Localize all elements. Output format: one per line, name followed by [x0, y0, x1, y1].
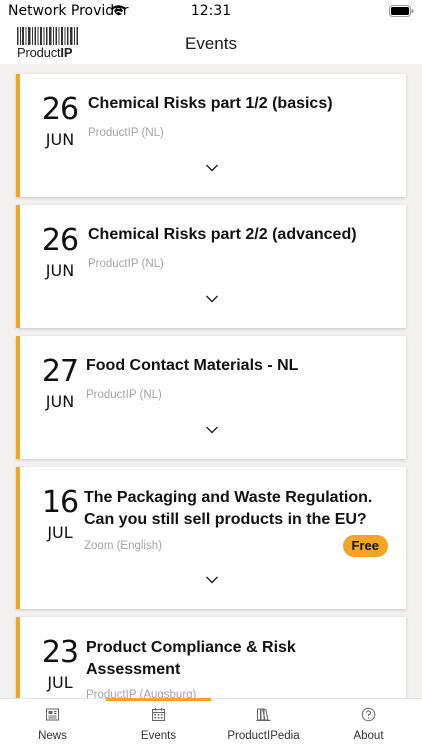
- event-title: The Packaging and Waste Regulation. Can …: [84, 489, 373, 528]
- chevron-down-icon[interactable]: [205, 425, 219, 435]
- clock-time: 12:31: [190, 3, 232, 19]
- event-location: ProductIP (NL): [86, 389, 162, 401]
- tab-label: News: [38, 730, 67, 742]
- event-card[interactable]: 16 JUL The Packaging and Waste Regulatio…: [16, 467, 406, 609]
- event-location: ProductIP (Augsburg): [86, 689, 197, 698]
- event-card[interactable]: 26 JUN Chemical Risks part 1/2 (basics) …: [16, 74, 406, 197]
- event-location: Zoom (English): [84, 540, 162, 552]
- free-badge: Free: [342, 535, 388, 557]
- chevron-down-icon[interactable]: [205, 575, 219, 585]
- tab-label: Events: [140, 730, 177, 742]
- event-day: 26: [41, 223, 79, 258]
- tab-news[interactable]: News: [0, 699, 105, 750]
- event-month: JUL: [47, 673, 73, 692]
- status-bar: Network Provider 12:31: [0, 0, 422, 22]
- event-title: Chemical Risks part 2/2 (advanced): [88, 226, 357, 243]
- event-day: 23: [41, 635, 79, 670]
- event-month: JUL: [47, 523, 73, 542]
- event-card[interactable]: 27 JUN Food Contact Materials - NL Produ…: [16, 336, 406, 459]
- tab-about[interactable]: About: [316, 699, 421, 750]
- event-day: 26: [41, 92, 79, 127]
- tab-bar: News Events ProductIPedia About: [0, 698, 422, 750]
- books-icon: [256, 708, 271, 721]
- tab-label: About: [353, 730, 384, 742]
- page-title: Events: [185, 34, 237, 53]
- event-location: ProductIP (NL): [88, 258, 164, 270]
- event-day: 27: [41, 354, 79, 389]
- tab-productipedia[interactable]: ProductIPedia: [211, 699, 316, 750]
- chevron-down-icon[interactable]: [205, 294, 219, 304]
- event-card[interactable]: 23 JUL Product Compliance & Risk Assessm…: [16, 617, 406, 698]
- battery-icon: [389, 5, 414, 17]
- event-month: JUN: [45, 392, 75, 411]
- event-day: 16: [41, 485, 79, 520]
- event-title: Food Contact Materials - NL: [86, 357, 299, 374]
- tab-label: ProductIPedia: [227, 730, 300, 742]
- chevron-down-icon[interactable]: [205, 163, 219, 173]
- question-circle-icon: [361, 707, 376, 722]
- event-title: Product Compliance & Risk Assessment: [86, 639, 296, 678]
- events-list[interactable]: 26 JUN Chemical Risks part 1/2 (basics) …: [0, 64, 422, 698]
- event-title: Chemical Risks part 1/2 (basics): [88, 95, 333, 112]
- tab-events[interactable]: Events: [106, 699, 211, 750]
- newspaper-icon: [46, 708, 59, 721]
- event-month: JUN: [45, 130, 75, 149]
- navigation-bar: ProductIP Events: [0, 22, 422, 64]
- event-card[interactable]: 26 JUN Chemical Risks part 2/2 (advanced…: [16, 205, 406, 328]
- event-location: ProductIP (NL): [88, 127, 164, 139]
- event-month: JUN: [45, 261, 75, 280]
- calendar-icon: [152, 708, 165, 721]
